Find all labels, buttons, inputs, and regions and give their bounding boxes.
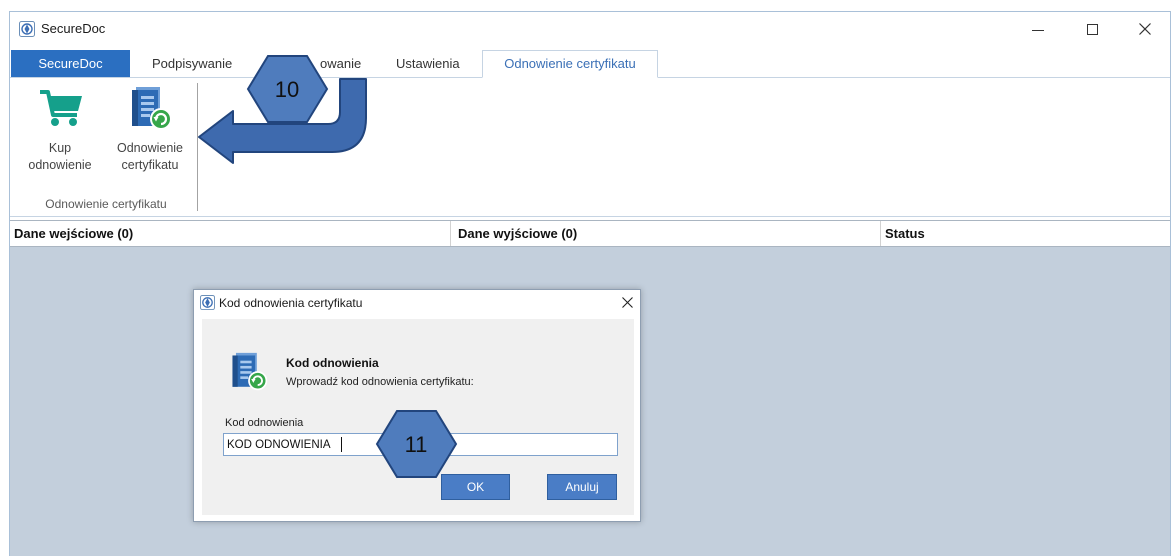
tab-podpisywanie[interactable]: Podpisywanie <box>143 50 241 77</box>
dialog-title: Kod odnowienia certyfikatu <box>219 296 363 310</box>
close-button[interactable] <box>1122 12 1168 46</box>
tab-label: Odnowienie certyfikatu <box>504 56 636 71</box>
tab-label: Ustawienia <box>396 56 460 71</box>
tab-odnowienie-certyfikatu[interactable]: Odnowienie certyfikatu <box>482 50 658 78</box>
window-title: SecureDoc <box>41 21 106 36</box>
column-header-output[interactable]: Dane wyjściowe (0) <box>458 221 577 246</box>
tab-owanie[interactable]: owanie <box>311 50 370 77</box>
renewal-code-dialog: Kod odnowienia certyfikatu Kod odnowieni… <box>193 289 641 522</box>
ribbon-panel: Kup odnowienie Odnowienie certyfikatu Od… <box>10 77 1170 217</box>
tab-label: owanie <box>320 56 362 71</box>
tab-label: SecureDoc <box>38 56 103 71</box>
shopping-cart-icon <box>39 88 83 133</box>
minimize-button[interactable] <box>1015 12 1061 46</box>
tab-label: Podpisywanie <box>152 56 233 71</box>
buy-renewal-label-line1: Kup <box>48 141 72 155</box>
column-header-status[interactable]: Status <box>885 221 925 246</box>
column-header-input[interactable]: Dane wejściowe (0) <box>14 221 133 246</box>
maximize-button[interactable] <box>1070 12 1116 46</box>
buy-renewal-button[interactable]: Kup odnowienie <box>18 84 102 176</box>
close-icon <box>1139 23 1151 35</box>
certificate-renew-icon <box>128 86 174 137</box>
app-logo-icon <box>200 295 215 310</box>
column-divider[interactable] <box>450 221 451 246</box>
renew-certificate-label-line2: certyfikatu <box>121 158 179 172</box>
maximize-icon <box>1087 24 1098 35</box>
title-bar: SecureDoc <box>10 12 1170 46</box>
close-icon <box>622 297 633 308</box>
renew-certificate-button[interactable]: Odnowienie certyfikatu <box>106 84 194 176</box>
certificate-renew-icon <box>229 352 269 392</box>
ok-button[interactable]: OK <box>441 474 510 500</box>
app-logo-icon <box>19 21 35 37</box>
text-caret <box>341 437 342 452</box>
buy-renewal-label-line2: odnowienie <box>28 158 92 172</box>
ribbon-group-separator <box>197 83 198 211</box>
dialog-heading: Kod odnowienia <box>286 356 379 370</box>
column-divider[interactable] <box>880 221 881 246</box>
tab-ustawienia[interactable]: Ustawienia <box>387 50 469 77</box>
cancel-button[interactable]: Anuluj <box>547 474 617 500</box>
ribbon-group-label: Odnowienie certyfikatu <box>45 197 167 211</box>
dialog-body: Kod odnowienia Wprowadź kod odnowienia c… <box>202 319 634 515</box>
renew-certificate-label-line1: Odnowienie <box>116 141 183 155</box>
minimize-icon <box>1032 30 1044 31</box>
renewal-code-input[interactable] <box>223 433 618 456</box>
renewal-code-label: Kod odnowienia <box>225 417 304 429</box>
tab-securedoc[interactable]: SecureDoc <box>11 50 130 77</box>
dialog-description: Wprowadź kod odnowienia certyfikatu: <box>286 376 474 388</box>
table-header: Dane wejściowe (0) Dane wyjściowe (0) St… <box>10 220 1170 247</box>
dialog-close-button[interactable] <box>614 290 640 316</box>
